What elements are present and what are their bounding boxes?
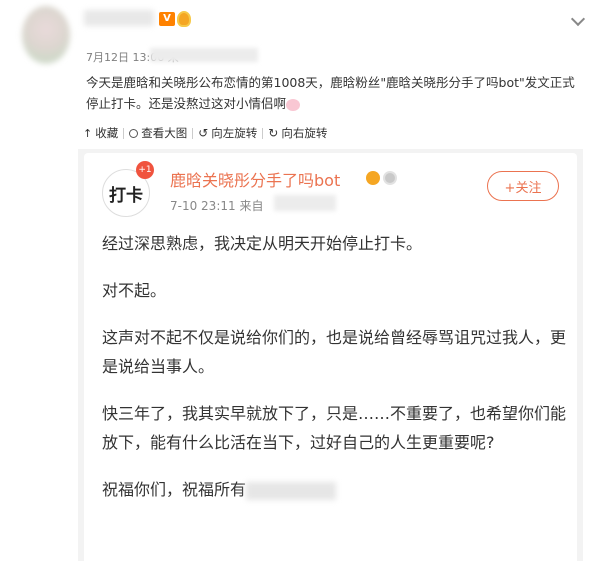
screenshot-card: 打卡 +1 鹿晗关晓彤分手了吗bot 7-10 23:11 来自 +关注 经过深… — [84, 153, 577, 561]
bot-post-time: 7-10 23:11 来自 — [170, 199, 264, 213]
notification-badge: +1 — [136, 161, 154, 179]
search-icon — [129, 128, 139, 138]
source-blurred — [150, 48, 258, 62]
chevron-down-icon[interactable] — [570, 11, 586, 27]
rotate-left-icon: ↺ — [198, 126, 209, 140]
post-image[interactable]: 打卡 +1 鹿晗关晓彤分手了吗bot 7-10 23:11 来自 +关注 经过深… — [78, 149, 583, 561]
silver-medal-icon — [383, 171, 397, 185]
view-large-button[interactable]: 查看大图 — [124, 125, 192, 141]
v-badge-icon: V — [159, 12, 175, 26]
post-text: 今天是鹿晗和关晓彤公布恋情的第1008天，鹿晗粉丝"鹿晗关晓彤分手了吗bot"发… — [86, 72, 586, 114]
medal-icon — [177, 11, 191, 27]
rotate-right-button[interactable]: ↻ 向右旋转 — [263, 125, 332, 141]
bot-badges — [366, 171, 397, 185]
paragraph: 这声对不起不仅是说给你们的，也是说给曾经辱骂诅咒过我人，更是说给当事人。 — [102, 328, 567, 376]
paragraph: 祝福你们，祝福所有 — [102, 475, 570, 504]
arrow-up-icon: ↑ — [83, 126, 93, 140]
paragraph: 经过深思熟虑，我决定从明天开始停止打卡。 — [102, 234, 423, 253]
paragraph: 快三年了，我其实早就放下了，只是……不重要了，也希望你们能放下，能有什么比活在当… — [102, 404, 567, 452]
rotate-left-button[interactable]: ↺ 向左旋转 — [193, 125, 262, 141]
pig-emoji-icon — [286, 98, 301, 111]
follow-button: +关注 — [487, 171, 559, 201]
rotate-right-icon: ↻ — [268, 126, 279, 140]
user-avatar[interactable] — [22, 6, 70, 64]
view-large-label: 查看大图 — [141, 126, 188, 140]
bot-source-blurred — [274, 195, 336, 211]
bot-name: 鹿晗关晓彤分手了吗bot — [170, 171, 341, 190]
image-toolbar: ↑ 收藏 查看大图 ↺ 向左旋转 ↻ 向右旋转 — [78, 124, 332, 142]
collect-label: 收藏 — [95, 126, 119, 140]
paragraph: 对不起。 — [102, 281, 167, 300]
card-body: 经过深思熟虑，我决定从明天开始停止打卡。 对不起。 这声对不起不仅是说给你们的，… — [102, 229, 570, 522]
blurred-tail — [246, 481, 337, 500]
post-text-content: 今天是鹿晗和关晓彤公布恋情的第1008天，鹿晗粉丝"鹿晗关晓彤分手了吗bot"发… — [86, 75, 575, 111]
crown-icon — [366, 171, 380, 185]
paragraph-text: 祝福你们，祝福所有 — [102, 480, 247, 499]
user-name-blurred[interactable] — [84, 10, 154, 26]
rotate-right-label: 向右旋转 — [281, 126, 328, 140]
rotate-left-label: 向左旋转 — [211, 126, 258, 140]
collect-button[interactable]: ↑ 收藏 — [78, 125, 123, 141]
